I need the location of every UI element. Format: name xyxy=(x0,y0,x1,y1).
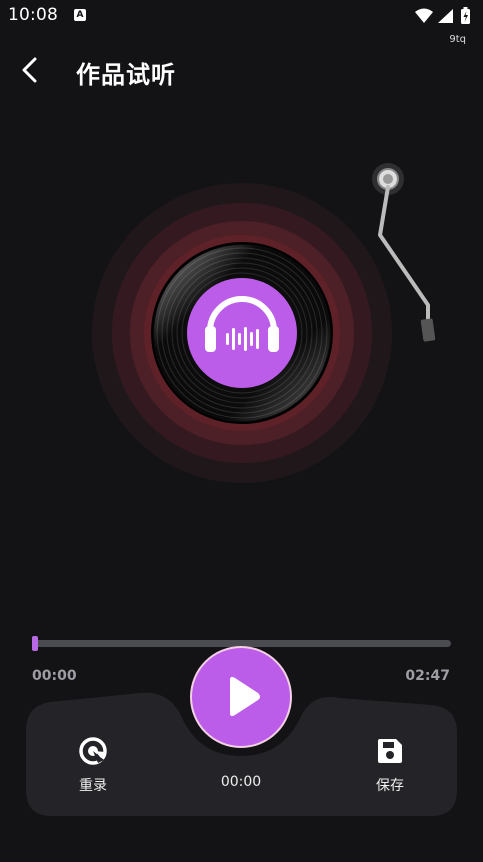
status-time: 10:08 xyxy=(8,5,58,25)
notification-a-icon: A xyxy=(74,9,86,21)
back-button[interactable] xyxy=(16,56,44,84)
tonearm xyxy=(350,155,450,355)
save-label: 保存 xyxy=(376,778,404,794)
end-time: 02:47 xyxy=(405,668,450,684)
battery-charging-icon xyxy=(461,7,470,24)
status-icons xyxy=(413,6,477,30)
progress-thumb[interactable] xyxy=(32,636,38,651)
signal-icon xyxy=(438,9,453,23)
wifi-icon xyxy=(415,8,433,23)
disc-label xyxy=(187,278,297,388)
rerecord-button[interactable]: 重录 xyxy=(66,736,120,795)
play-button[interactable] xyxy=(192,648,290,746)
page-title: 作品试听 xyxy=(76,61,176,89)
current-time: 00:00 xyxy=(220,774,262,790)
save-button[interactable]: 保存 xyxy=(363,736,417,795)
progress-track[interactable] xyxy=(32,640,451,647)
chevron-left-icon xyxy=(22,57,37,83)
rerecord-label: 重录 xyxy=(79,778,107,794)
save-icon xyxy=(378,739,402,763)
status-sub-label: 9tq xyxy=(449,34,466,45)
start-time: 00:00 xyxy=(32,668,77,684)
rerecord-icon xyxy=(79,737,107,765)
play-icon xyxy=(230,676,260,717)
vinyl-record xyxy=(92,183,392,483)
